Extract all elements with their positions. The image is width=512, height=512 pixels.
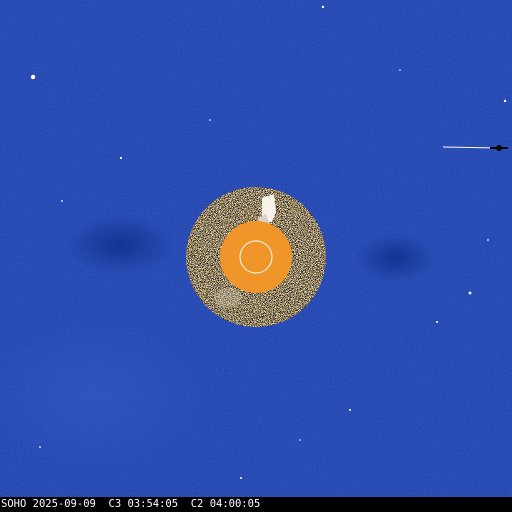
c2-time: 04:00:05 <box>209 498 261 510</box>
c3-label: C3 <box>108 498 122 510</box>
occulter-disk <box>220 221 292 293</box>
coronagraph-view <box>0 0 512 497</box>
c3-time: 03:54:05 <box>127 498 179 510</box>
caption-bar: SOHO 2025-09-09 C3 03:54:05 C2 04:00:05 <box>0 497 512 512</box>
lasco-composite-image: SOHO 2025-09-09 C3 03:54:05 C2 04:00:05 <box>0 0 512 512</box>
timestamp-caption: SOHO 2025-09-09 C3 03:54:05 C2 04:00:05 <box>1 498 260 511</box>
dark-streamer-right <box>355 233 435 283</box>
image-date: 2025-09-09 <box>32 498 96 510</box>
observatory-label: SOHO <box>1 498 27 510</box>
c2-label: C2 <box>190 498 204 510</box>
dark-streamer-left <box>65 215 175 275</box>
